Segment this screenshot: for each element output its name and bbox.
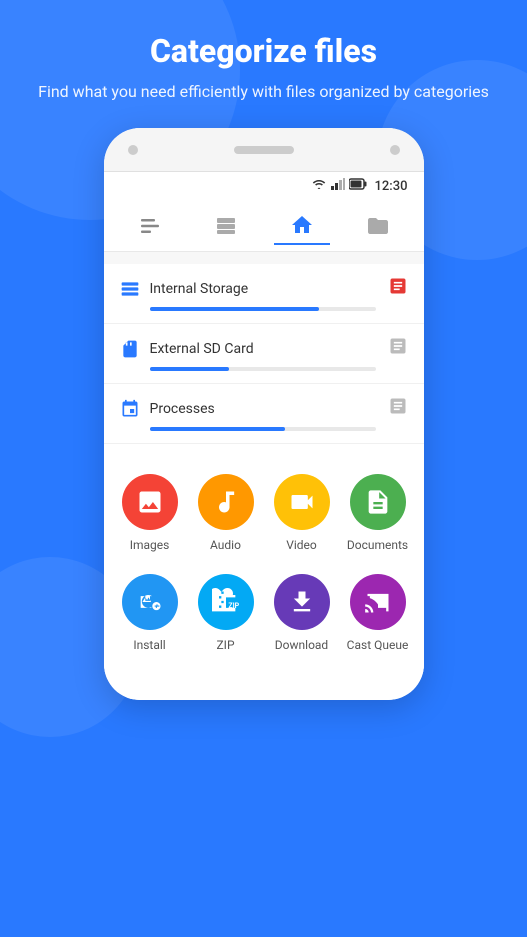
- phone-top-bar: [104, 128, 424, 172]
- signal-icon: [331, 178, 345, 194]
- status-time: 12:30: [375, 179, 408, 194]
- category-documents[interactable]: Documents: [340, 464, 416, 564]
- category-images[interactable]: Images: [112, 464, 188, 564]
- install-label: Install: [133, 638, 165, 652]
- download-icon: [288, 588, 316, 616]
- internal-storage-label: Internal Storage: [150, 281, 249, 297]
- phone-speaker: [234, 146, 294, 154]
- phone-mockup: 12:30: [104, 128, 424, 700]
- categories-grid: Images Audio: [104, 464, 424, 664]
- status-bar: 12:30: [104, 172, 424, 200]
- category-download[interactable]: Download: [264, 564, 340, 664]
- sdcard-label: External SD Card: [150, 341, 254, 357]
- processes-bar: [150, 427, 286, 431]
- sdcard-bar: [150, 367, 229, 371]
- partial-bottom: [104, 680, 424, 700]
- storage-item-internal[interactable]: Internal Storage: [104, 264, 424, 324]
- camera-left: [128, 145, 138, 155]
- images-label: Images: [130, 538, 170, 552]
- documents-label: Documents: [347, 538, 408, 552]
- nav-item-home[interactable]: [274, 207, 330, 245]
- categories-panel: Images Audio: [104, 444, 424, 680]
- processes-label: Processes: [150, 401, 215, 417]
- nav-item-menu[interactable]: [122, 208, 178, 244]
- internal-storage-bar: [150, 307, 320, 311]
- storage-item-processes[interactable]: Processes: [104, 384, 424, 444]
- video-label: Video: [286, 538, 317, 552]
- images-icon: [136, 488, 164, 516]
- page-title: Categorize files: [0, 32, 527, 70]
- storage-item-sdcard[interactable]: External SD Card: [104, 324, 424, 384]
- documents-icon: [364, 488, 392, 516]
- app-nav-bar: [104, 200, 424, 252]
- nav-item-storage[interactable]: [198, 208, 254, 244]
- category-install[interactable]: Install: [112, 564, 188, 664]
- category-audio[interactable]: Audio: [188, 464, 264, 564]
- battery-icon: [349, 178, 367, 194]
- cast-queue-label: Cast Queue: [347, 638, 409, 652]
- storage-list: Internal Storage: [104, 264, 424, 444]
- clean-internal-icon[interactable]: [388, 276, 408, 301]
- svg-text:ZIP: ZIP: [228, 602, 239, 610]
- clean-processes-icon[interactable]: [388, 396, 408, 421]
- wifi-icon: [311, 178, 327, 194]
- sdcard-icon: [120, 339, 140, 359]
- video-icon: [288, 488, 316, 516]
- install-icon: [136, 588, 164, 616]
- processes-icon: [120, 399, 140, 419]
- category-cast-queue[interactable]: Cast Queue: [340, 564, 416, 664]
- zip-icon: ZIP: [212, 588, 240, 616]
- internal-storage-icon: [120, 279, 140, 299]
- audio-icon: [212, 488, 240, 516]
- audio-label: Audio: [210, 538, 241, 552]
- category-zip[interactable]: ZIP ZIP: [188, 564, 264, 664]
- nav-item-folder[interactable]: [350, 208, 406, 244]
- zip-label: ZIP: [216, 638, 234, 652]
- category-video[interactable]: Video: [264, 464, 340, 564]
- content-area: Internal Storage: [104, 252, 424, 680]
- cast-queue-icon: [364, 588, 392, 616]
- clean-sdcard-icon[interactable]: [388, 336, 408, 361]
- camera-right: [390, 145, 400, 155]
- page-subtitle: Find what you need efficiently with file…: [0, 80, 527, 104]
- download-label: Download: [275, 638, 328, 652]
